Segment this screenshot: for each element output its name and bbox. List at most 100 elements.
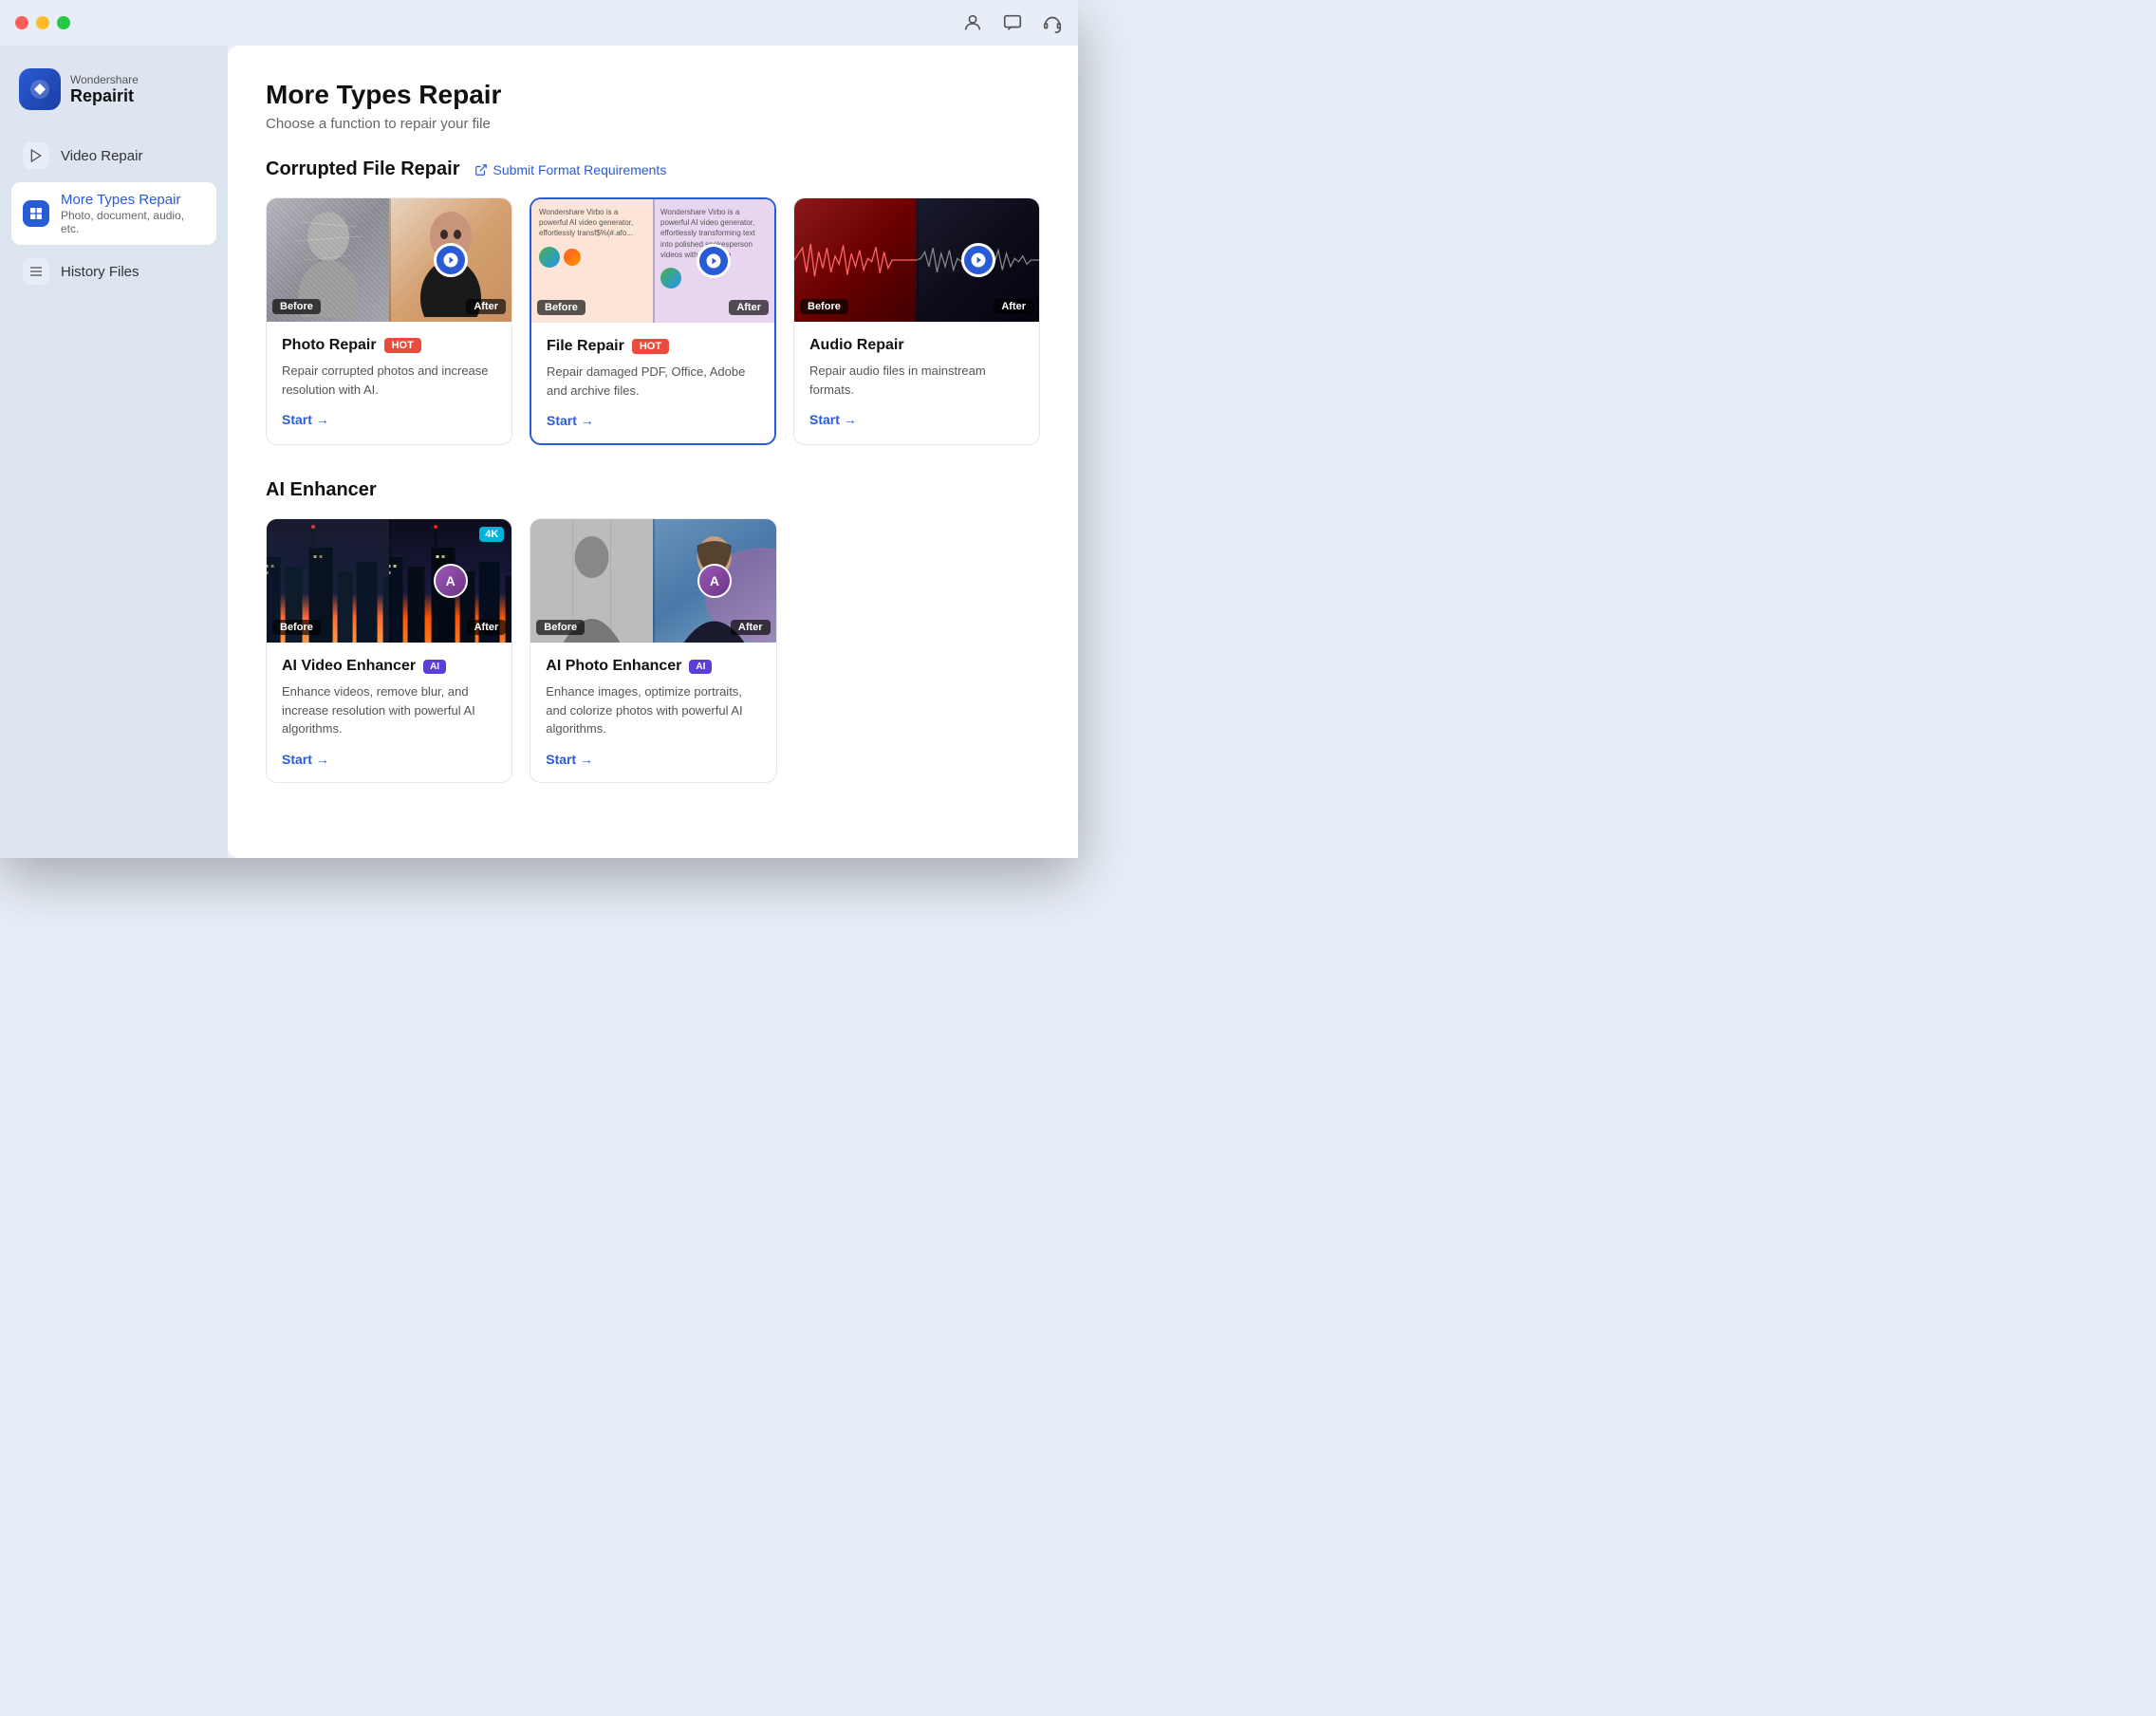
history-files-content: History Files	[61, 264, 139, 280]
photo-repair-title: Photo Repair	[282, 337, 377, 354]
ai-photo-logo: A	[697, 564, 732, 598]
history-files-label: History Files	[61, 264, 139, 280]
audio-repair-desc: Repair audio files in mainstream formats…	[809, 362, 1024, 399]
corrupted-file-repair-section: Corrupted File Repair Submit Format Requ…	[266, 159, 1040, 445]
audio-repair-start[interactable]: Start →	[809, 412, 1024, 427]
ai-video-logo: A	[434, 564, 468, 598]
photo-repair-title-row: Photo Repair HOT	[282, 337, 496, 354]
file-repair-start[interactable]: Start →	[547, 413, 759, 428]
audio-after: After	[917, 198, 1039, 322]
maximize-button[interactable]	[57, 16, 70, 29]
ai-video-title-row: AI Video Enhancer AI	[282, 658, 496, 675]
file-repair-desc: Repair damaged PDF, Office, Adobe and ar…	[547, 363, 759, 400]
photo-repair-body: Photo Repair HOT Repair corrupted photos…	[267, 322, 511, 442]
more-types-repair-label: More Types Repair	[61, 192, 205, 208]
more-types-repair-icon	[23, 200, 49, 227]
section-header-corrupted: Corrupted File Repair Submit Format Requ…	[266, 159, 1040, 180]
sidebar: Wondershare Repairit Video Repair	[0, 46, 228, 858]
file-repair-card[interactable]: Wondershare Virbo is a powerful AI video…	[530, 197, 776, 445]
audio-repair-icon-overlay	[961, 243, 995, 277]
video-repair-content: Video Repair	[61, 148, 142, 164]
traffic-lights	[15, 16, 70, 29]
ai-video-enhancer-card[interactable]: Before	[266, 518, 512, 783]
ai-enhancer-cards: Before	[266, 518, 777, 783]
portrait-divider	[653, 519, 655, 643]
before-label-portrait: Before	[536, 620, 585, 635]
main-content: More Types Repair Choose a function to r…	[228, 46, 1078, 858]
corrupted-file-repair-title: Corrupted File Repair	[266, 159, 459, 180]
photo-before: Before	[267, 198, 389, 322]
ai-enhancer-title: AI Enhancer	[266, 479, 377, 501]
chat-icon[interactable]	[1002, 12, 1023, 33]
audio-repair-card[interactable]: Before	[793, 197, 1040, 445]
file-repair-image: Wondershare Virbo is a powerful AI video…	[531, 199, 774, 323]
audio-divider	[917, 198, 919, 322]
sidebar-item-more-types-repair[interactable]: More Types Repair Photo, document, audio…	[11, 182, 216, 245]
external-link-icon	[474, 163, 488, 177]
ai-video-title: AI Video Enhancer	[282, 658, 416, 675]
city-divider	[389, 519, 391, 643]
photo-repair-image: Before	[267, 198, 511, 322]
after-label-photo: After	[466, 299, 506, 314]
before-label-photo: Before	[272, 299, 321, 314]
file-repair-title: File Repair	[547, 338, 624, 355]
before-label-audio: Before	[800, 299, 848, 314]
audio-repair-title-row: Audio Repair	[809, 337, 1024, 354]
photo-after: After	[389, 198, 511, 322]
ai-photo-start[interactable]: Start →	[546, 752, 760, 767]
photo-repair-hot-badge: HOT	[384, 338, 421, 353]
photo-divider	[389, 198, 391, 322]
ai-photo-image: Before	[530, 519, 775, 643]
ai-video-start[interactable]: Start →	[282, 752, 496, 767]
support-icon[interactable]	[1042, 12, 1063, 33]
file-before: Wondershare Virbo is a powerful AI video…	[531, 199, 653, 323]
minimize-button[interactable]	[36, 16, 49, 29]
more-types-repair-sub: Photo, document, audio, etc.	[61, 209, 205, 235]
page-header: More Types Repair Choose a function to r…	[266, 80, 1040, 132]
page-title: More Types Repair	[266, 80, 1040, 110]
photo-repair-desc: Repair corrupted photos and increase res…	[282, 362, 496, 399]
titlebar	[0, 0, 1078, 46]
brand: Wondershare Repairit	[11, 61, 216, 129]
corrupted-file-repair-cards: Before	[266, 197, 1040, 445]
audio-before: Before	[794, 198, 917, 322]
ai-video-desc: Enhance videos, remove blur, and increas…	[282, 682, 496, 738]
ai-video-badge: AI	[423, 660, 446, 674]
ai-enhancer-section: AI Enhancer	[266, 479, 1040, 783]
submit-format-link[interactable]: Submit Format Requirements	[474, 162, 666, 177]
waveform-before	[794, 232, 917, 289]
file-repair-title-row: File Repair HOT	[547, 338, 759, 355]
photo-repair-start[interactable]: Start →	[282, 412, 496, 427]
ai-photo-body: AI Photo Enhancer AI Enhance images, opt…	[530, 643, 775, 782]
city-after: 4K A After	[389, 519, 511, 643]
audio-repair-image: Before	[794, 198, 1039, 322]
after-label-portrait: After	[731, 620, 771, 635]
video-repair-label: Video Repair	[61, 148, 142, 164]
ai-photo-enhancer-card[interactable]: Before	[530, 518, 776, 783]
audio-repair-title: Audio Repair	[809, 337, 904, 354]
page-subtitle: Choose a function to repair your file	[266, 116, 1040, 132]
after-label-audio: After	[994, 299, 1033, 314]
brand-name-top: Wondershare	[70, 73, 139, 86]
after-label-city: After	[467, 620, 507, 635]
close-button[interactable]	[15, 16, 28, 29]
file-divider	[653, 199, 655, 323]
sidebar-item-video-repair[interactable]: Video Repair	[11, 133, 216, 178]
portrait-after: A After	[653, 519, 775, 643]
portrait-before: Before	[530, 519, 653, 643]
section-header-ai: AI Enhancer	[266, 479, 1040, 501]
ai-photo-title: AI Photo Enhancer	[546, 658, 681, 675]
after-label-file: After	[729, 300, 769, 315]
before-label-city: Before	[272, 620, 321, 635]
video-repair-icon	[23, 142, 49, 169]
badge-4k: 4K	[479, 527, 504, 542]
more-types-repair-content: More Types Repair Photo, document, audio…	[61, 192, 205, 235]
ai-video-body: AI Video Enhancer AI Enhance videos, rem…	[267, 643, 511, 782]
photo-repair-card[interactable]: Before	[266, 197, 512, 445]
audio-repair-body: Audio Repair Repair audio files in mains…	[794, 322, 1039, 442]
submit-format-label: Submit Format Requirements	[493, 162, 666, 177]
account-icon[interactable]	[962, 12, 983, 33]
file-repair-hot-badge: HOT	[632, 339, 669, 354]
sidebar-item-history-files[interactable]: History Files	[11, 249, 216, 294]
repair-icon-overlay	[434, 243, 468, 277]
